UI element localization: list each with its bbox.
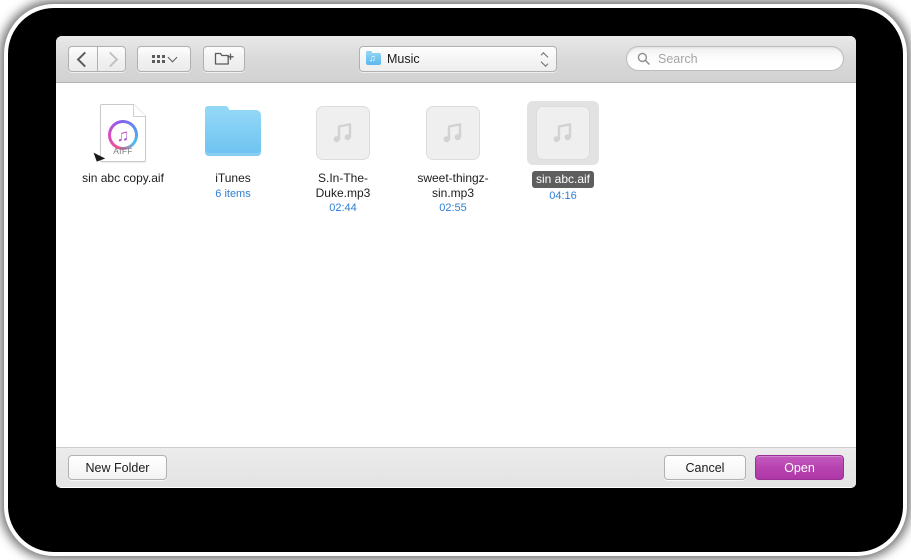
file-subtitle: 04:16 <box>549 189 577 202</box>
file-browser-area[interactable]: ♫ AIFF sin abc copy.aif iTunes 6 items S… <box>56 83 856 447</box>
new-folder-button[interactable]: New Folder <box>68 455 167 480</box>
cancel-button[interactable]: Cancel <box>664 455 746 480</box>
file-icon-slot <box>417 101 489 165</box>
file-item[interactable]: S.In-The-Duke.mp3 02:44 <box>288 95 398 215</box>
chevron-right-icon <box>102 51 118 67</box>
file-icon-slot: ♫ AIFF <box>87 101 159 165</box>
alias-arrow-icon <box>93 152 106 162</box>
chevron-down-icon <box>167 52 178 63</box>
dialog-toolbar: Music <box>56 36 856 83</box>
file-item[interactable]: ♫ AIFF sin abc copy.aif <box>68 95 178 215</box>
file-icon-slot <box>197 101 269 165</box>
file-name-label: iTunes <box>215 171 251 185</box>
open-button[interactable]: Open <box>755 455 844 480</box>
file-subtitle: 02:44 <box>329 202 357 214</box>
path-popup-button[interactable]: Music <box>359 46 557 72</box>
aiff-document-icon: ♫ AIFF <box>93 104 146 162</box>
search-field[interactable] <box>626 46 844 71</box>
file-icon-slot <box>527 101 599 165</box>
file-name-label: sweet-thingz-sin.mp3 <box>417 171 489 200</box>
file-icon-slot <box>307 101 379 165</box>
file-item-selected[interactable]: sin abc.aif 04:16 <box>508 95 618 215</box>
folder-icon <box>205 106 261 156</box>
view-mode-button[interactable] <box>137 46 191 72</box>
chevron-left-icon <box>76 51 93 67</box>
search-input[interactable] <box>656 50 833 67</box>
new-folder-toolbar-button[interactable] <box>203 46 245 72</box>
file-subtitle: 6 items <box>215 187 251 200</box>
file-subtitle: 02:55 <box>439 202 467 214</box>
file-icon-grid: ♫ AIFF sin abc copy.aif iTunes 6 items S… <box>56 95 856 215</box>
file-name-label: sin abc copy.aif <box>82 171 164 185</box>
icon-view-grid-icon <box>152 55 165 63</box>
new-folder-icon <box>214 52 234 65</box>
open-file-dialog: Music <box>56 36 856 488</box>
file-item[interactable]: iTunes 6 items <box>178 95 288 215</box>
file-item[interactable]: sweet-thingz-sin.mp3 02:55 <box>398 95 508 215</box>
audio-file-icon <box>536 106 590 160</box>
file-name-label: sin abc.aif <box>531 171 595 188</box>
file-name-label: S.In-The-Duke.mp3 <box>315 171 371 200</box>
dialog-footer: New Folder Cancel Open <box>56 447 856 487</box>
audio-file-icon <box>316 106 370 160</box>
path-popup-label: Music <box>387 52 420 66</box>
audio-file-icon <box>426 106 480 160</box>
forward-button[interactable] <box>97 46 126 72</box>
music-folder-icon <box>366 50 381 65</box>
updown-stepper-icon <box>540 51 549 67</box>
back-button[interactable] <box>68 46 97 72</box>
search-icon <box>637 52 650 65</box>
